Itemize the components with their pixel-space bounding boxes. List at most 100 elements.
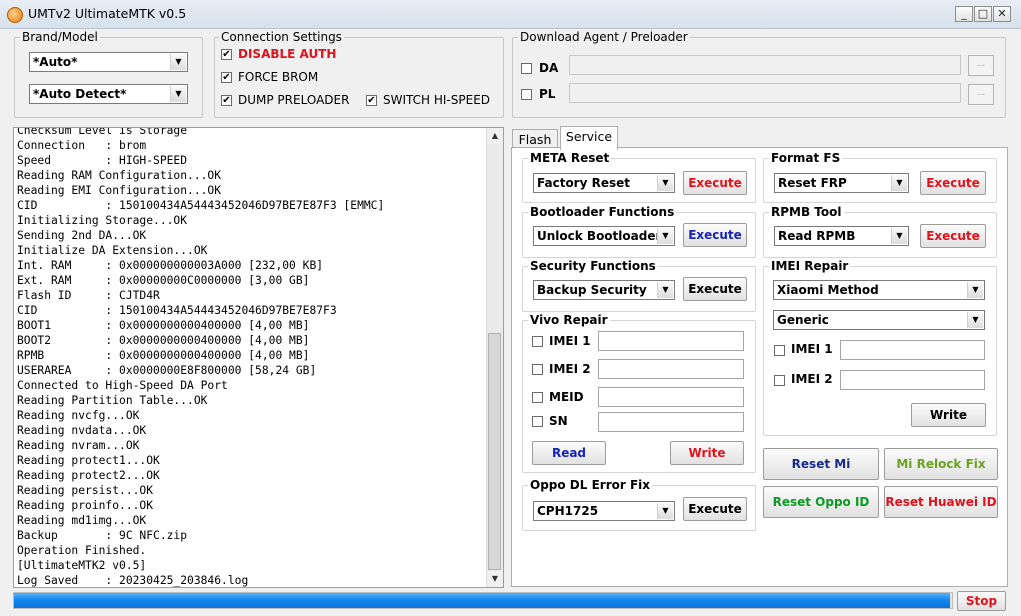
brand-select[interactable]: *Auto* ▼	[29, 52, 188, 72]
format-fs-label: Format FS	[769, 151, 843, 165]
tab-service[interactable]: Service	[560, 126, 618, 150]
imei-method-select[interactable]: Xiaomi Method ▼	[773, 280, 985, 300]
format-fs-value: Reset FRP	[778, 176, 847, 190]
log-line: Initialize DA Extension...OK	[17, 244, 208, 257]
rpmb-select[interactable]: Read RPMB ▼	[774, 226, 909, 246]
disable-auth-checkbox[interactable]: ✔	[221, 49, 232, 60]
log-line: Flash ID : CJTD4R	[17, 289, 160, 302]
log-line: Connected to High-Speed DA Port	[17, 379, 228, 392]
log-line: CID : 150100434A54443452046D97BE7E87F3	[17, 304, 337, 317]
vivo-meid-field[interactable]	[598, 387, 744, 407]
imei-write-button[interactable]: Write	[911, 403, 986, 427]
log-line: Checksum Level is Storage	[17, 127, 188, 137]
pl-path-field[interactable]	[569, 83, 961, 103]
imei-repair-imei1-field[interactable]	[840, 340, 985, 360]
security-execute-button[interactable]: Execute	[683, 277, 747, 301]
format-fs-select[interactable]: Reset FRP ▼	[774, 173, 909, 193]
oppo-model-select[interactable]: CPH1725 ▼	[533, 501, 675, 521]
vivo-imei2-checkbox[interactable]	[532, 364, 543, 375]
oppo-execute-button[interactable]: Execute	[683, 497, 747, 521]
imei-type-value: Generic	[777, 313, 829, 327]
rpmb-value: Read RPMB	[778, 229, 856, 243]
bootloader-label: Bootloader Functions	[528, 205, 677, 219]
security-select[interactable]: Backup Security ▼	[533, 280, 675, 300]
log-lines: Checksum Level is Storage Connection : br…	[17, 127, 384, 587]
da-path-field[interactable]	[569, 55, 961, 75]
reset-mi-account-button[interactable]: Reset Mi Account	[763, 448, 879, 501]
vivo-read-button[interactable]: Read	[532, 441, 606, 465]
da-browse-button[interactable]: ...	[968, 55, 994, 76]
log-line: Reading proinfo...OK	[17, 499, 154, 512]
title-bar: UMTv2 UltimateMTK v0.5 _ □ ✕	[0, 0, 1021, 29]
meta-reset-value: Factory Reset	[537, 176, 630, 190]
imei-type-select[interactable]: Generic ▼	[773, 310, 985, 330]
brand-model-group	[14, 37, 203, 118]
log-line: Log Saved : 20230425_203846.log	[17, 574, 249, 587]
force-brom-checkbox[interactable]: ✔	[221, 72, 232, 83]
log-line: Reading nvdata...OK	[17, 424, 147, 437]
bootloader-select[interactable]: Unlock Bootloader ▼	[533, 226, 675, 246]
chevron-down-icon: ▼	[657, 228, 673, 244]
log-line: Speed : HIGH-SPEED	[17, 154, 188, 167]
chevron-down-icon: ▼	[967, 282, 983, 298]
imei-repair-imei1-checkbox[interactable]	[774, 345, 785, 356]
meta-reset-execute-button[interactable]: Execute	[683, 171, 747, 195]
brand-select-value: *Auto*	[33, 55, 78, 69]
vivo-meid-label: MEID	[549, 390, 584, 404]
format-fs-execute-button[interactable]: Execute	[920, 171, 986, 195]
vivo-imei1-field[interactable]	[598, 331, 744, 351]
chevron-down-icon: ▼	[967, 312, 983, 328]
vivo-sn-checkbox[interactable]	[532, 416, 543, 427]
log-line: Initializing Storage...OK	[17, 214, 188, 227]
vivo-imei1-checkbox[interactable]	[532, 336, 543, 347]
rpmb-execute-button[interactable]: Execute	[920, 224, 986, 248]
imei-repair-imei1-label: IMEI 1	[791, 342, 833, 356]
dump-preloader-checkbox[interactable]: ✔	[221, 95, 232, 106]
log-line: BOOT2 : 0x0000000000400000 [4,00 MB]	[17, 334, 310, 347]
log-line: Backup : 9C NFC.zip	[17, 529, 188, 542]
imei-method-value: Xiaomi Method	[777, 283, 879, 297]
close-button[interactable]: ✕	[993, 6, 1011, 22]
reset-oppo-id-button[interactable]: Reset Oppo ID	[763, 486, 879, 518]
meta-reset-select[interactable]: Factory Reset ▼	[533, 173, 675, 193]
log-output[interactable]: Checksum Level is Storage Connection : br…	[13, 127, 504, 588]
imei-repair-imei2-field[interactable]	[840, 370, 985, 390]
vivo-write-button[interactable]: Write	[670, 441, 744, 465]
vivo-repair-label: Vivo Repair	[528, 313, 610, 327]
bootloader-execute-button[interactable]: Execute	[683, 223, 747, 247]
chevron-down-icon: ▼	[891, 175, 907, 191]
oppo-dl-label: Oppo DL Error Fix	[528, 478, 653, 492]
pl-browse-button[interactable]: ...	[968, 84, 994, 105]
mi-relock-fix-button[interactable]: Mi Relock Fix	[884, 448, 998, 480]
model-select[interactable]: *Auto Detect* ▼	[29, 84, 188, 104]
switch-hispeed-checkbox[interactable]: ✔	[366, 95, 377, 106]
da-label: DA	[539, 61, 559, 75]
vivo-sn-field[interactable]	[598, 412, 744, 432]
chevron-down-icon: ▼	[657, 503, 673, 519]
vivo-meid-checkbox[interactable]	[532, 392, 543, 403]
log-line: Reading Partition Table...OK	[17, 394, 208, 407]
scroll-down-icon[interactable]: ▼	[487, 571, 503, 587]
log-line: Reading EMI Configuration...OK	[17, 184, 222, 197]
chevron-down-icon: ▼	[170, 86, 186, 102]
log-line: Reading nvram...OK	[17, 439, 140, 452]
scroll-up-icon[interactable]: ▲	[487, 128, 503, 144]
stop-button[interactable]: Stop	[957, 591, 1006, 611]
pl-checkbox[interactable]	[521, 89, 532, 100]
disable-auth-label: DISABLE AUTH	[238, 47, 337, 61]
progress-fill	[14, 593, 950, 608]
minimize-button[interactable]: _	[955, 6, 973, 22]
maximize-button[interactable]: □	[974, 6, 992, 22]
log-line: Reading protect2...OK	[17, 469, 160, 482]
log-line: Reading nvcfg...OK	[17, 409, 140, 422]
reset-huawei-id-button[interactable]: Reset Huawei ID	[884, 486, 998, 518]
force-brom-label: FORCE BROM	[238, 70, 319, 84]
dump-preloader-label: DUMP PRELOADER	[238, 93, 350, 107]
scroll-thumb[interactable]	[488, 333, 501, 570]
imei-repair-imei2-checkbox[interactable]	[774, 375, 785, 386]
da-checkbox[interactable]	[521, 63, 532, 74]
rpmb-tool-label: RPMB Tool	[769, 205, 844, 219]
vivo-imei2-field[interactable]	[598, 359, 744, 379]
log-scrollbar[interactable]: ▲ ▼	[486, 128, 503, 587]
chevron-down-icon: ▼	[170, 54, 186, 70]
